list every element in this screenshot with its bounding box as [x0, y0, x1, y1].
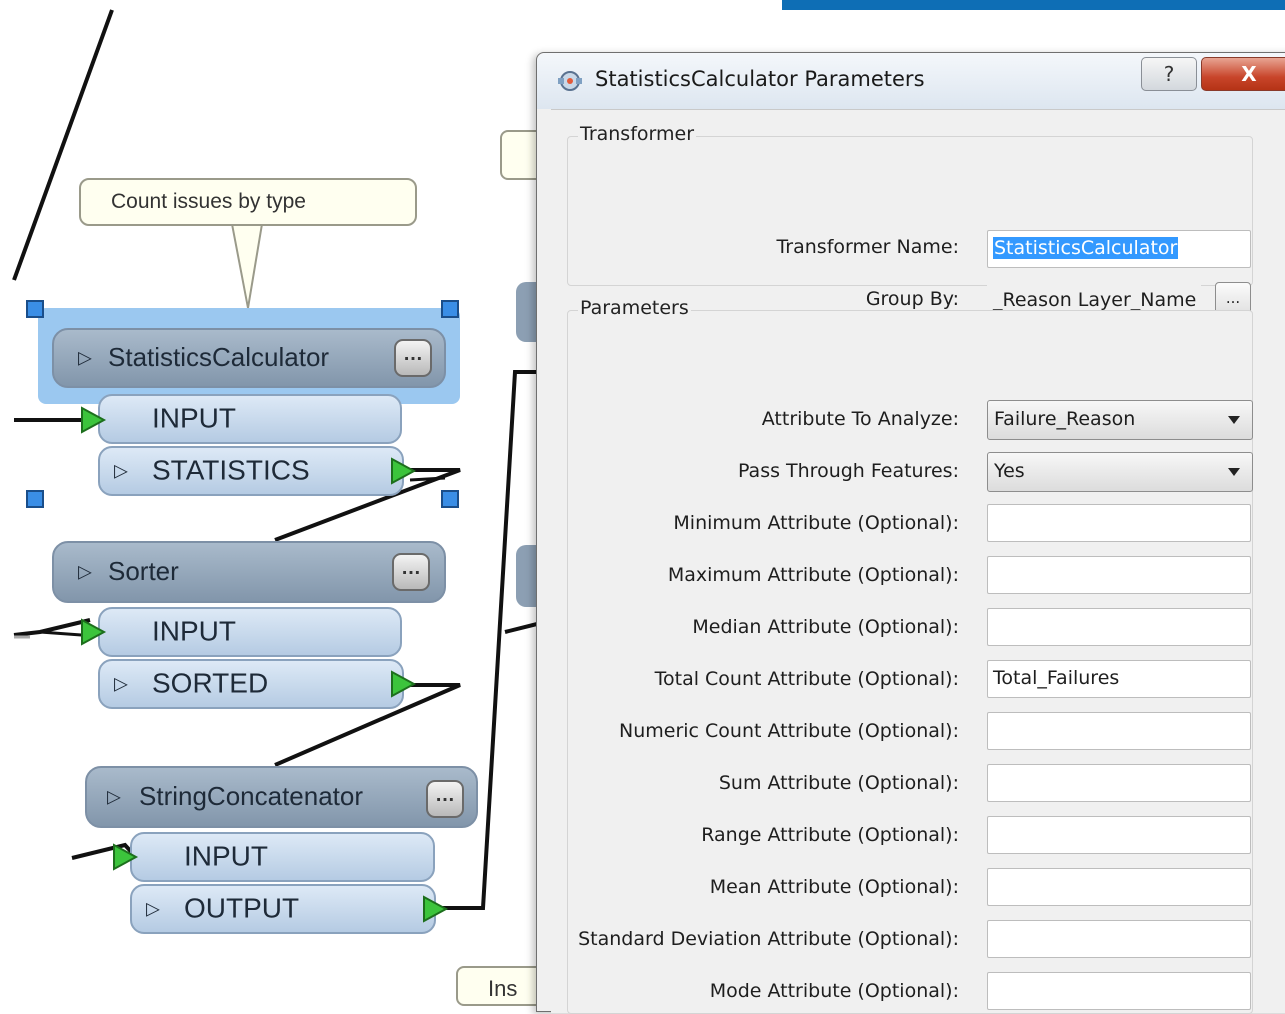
output-port[interactable]: ▷ STATISTICS [98, 446, 404, 496]
optional-attribute-value: Total_Failures [993, 667, 1120, 689]
transformer-options-button[interactable]: … [392, 553, 430, 591]
expand-arrow-icon[interactable]: ▷ [146, 899, 160, 920]
expand-arrow-icon[interactable]: ▷ [114, 674, 128, 695]
transformer-name-label: Transformer Name: [776, 236, 959, 258]
optional-attribute-label: Mode Attribute (Optional): [709, 980, 959, 1002]
optional-attribute-label: Median Attribute (Optional): [692, 616, 959, 638]
expand-arrow-icon[interactable]: ▷ [78, 562, 92, 583]
attribute-to-analyze-select[interactable]: Failure_Reason [987, 400, 1253, 440]
output-port[interactable]: ▷ OUTPUT [130, 884, 436, 934]
attribute-to-analyze-value: Failure_Reason [994, 408, 1136, 430]
optional-attribute-input[interactable] [987, 712, 1251, 750]
optional-attribute-input[interactable] [987, 556, 1251, 594]
optional-attribute-label: Minimum Attribute (Optional): [673, 512, 959, 534]
transformer-statisticscalculator[interactable]: ▷ StatisticsCalculator … [52, 328, 446, 388]
dropdown-arrow-icon [1228, 416, 1240, 424]
port-label: INPUT [152, 402, 236, 434]
dropdown-arrow-icon [1228, 468, 1240, 476]
transformer-name: StatisticsCalculator [108, 341, 330, 372]
help-button[interactable]: ? [1141, 57, 1197, 91]
optional-attribute-label: Mean Attribute (Optional): [709, 876, 959, 898]
input-port[interactable]: INPUT [98, 607, 402, 657]
selection-handle[interactable] [26, 490, 44, 508]
dialog-body: Transformer Transformer Name: Statistics… [551, 109, 1285, 1014]
dialog-titlebar[interactable]: StatisticsCalculator Parameters ? X [537, 53, 1285, 109]
annotation-callout[interactable]: Count issues by type [79, 178, 417, 226]
callout-tail [230, 223, 264, 309]
optional-attribute-label: Maximum Attribute (Optional): [667, 564, 959, 586]
selection-handle[interactable] [441, 300, 459, 318]
optional-attribute-input[interactable] [987, 764, 1251, 802]
port-label: INPUT [184, 840, 268, 872]
transformer-name-value: StatisticsCalculator [993, 237, 1179, 259]
optional-attribute-label: Numeric Count Attribute (Optional): [619, 720, 959, 742]
transformer-options-button[interactable]: … [394, 339, 432, 377]
port-label: INPUT [152, 615, 236, 647]
transformer-name-input[interactable]: StatisticsCalculator [987, 230, 1251, 268]
selection-handle[interactable] [441, 490, 459, 508]
expand-arrow-icon[interactable]: ▷ [107, 787, 121, 808]
optional-attribute-input[interactable] [987, 504, 1251, 542]
group-title: Parameters [578, 297, 691, 319]
output-port[interactable]: ▷ SORTED [98, 659, 404, 709]
connection-line [409, 476, 446, 482]
transformer-name: Sorter [108, 555, 179, 586]
optional-attribute-label: Total Count Attribute (Optional): [654, 668, 959, 690]
close-button[interactable]: X [1201, 57, 1285, 91]
transformer-name: StringConcatenator [139, 780, 364, 811]
transformer-sorter[interactable]: ▷ Sorter … [52, 541, 446, 603]
input-port[interactable]: INPUT [98, 394, 402, 444]
input-port[interactable]: INPUT [130, 832, 435, 882]
group-by-label: Group By: [865, 288, 959, 310]
group-title: Transformer [578, 123, 697, 145]
transformer-options-button[interactable]: … [426, 780, 464, 818]
selection-handle[interactable] [26, 300, 44, 318]
port-label: OUTPUT [184, 892, 300, 924]
dialog-title: StatisticsCalculator Parameters [595, 67, 925, 91]
optional-attribute-label: Standard Deviation Attribute (Optional): [578, 928, 959, 950]
hidden-annotation-text: Ins [488, 976, 518, 1001]
optional-attribute-input[interactable] [987, 816, 1251, 854]
optional-attribute-input[interactable]: Total_Failures [987, 660, 1251, 698]
pass-through-select[interactable]: Yes [987, 452, 1253, 492]
optional-attribute-input[interactable] [987, 608, 1251, 646]
port-label: STATISTICS [152, 454, 310, 486]
optional-attribute-input[interactable] [987, 920, 1251, 958]
transformer-stringconcatenator[interactable]: ▷ StringConcatenator … [85, 766, 478, 828]
connection-line [71, 842, 137, 860]
expand-arrow-icon[interactable]: ▷ [114, 461, 128, 482]
annotation-text: Count issues by type [111, 190, 306, 213]
connection-line [39, 630, 96, 638]
transformer-gear-icon [558, 71, 582, 91]
attribute-to-analyze-label: Attribute To Analyze: [761, 408, 959, 430]
optional-attribute-input[interactable] [987, 972, 1251, 1010]
optional-attribute-input[interactable] [987, 868, 1251, 906]
group-by-value: _Reason Layer_Name [993, 289, 1197, 311]
pass-through-label: Pass Through Features: [737, 460, 959, 482]
port-label: SORTED [152, 667, 269, 699]
expand-arrow-icon[interactable]: ▷ [78, 348, 92, 369]
pass-through-value: Yes [994, 460, 1025, 482]
optional-attribute-label: Sum Attribute (Optional): [718, 772, 959, 794]
optional-attribute-label: Range Attribute (Optional): [701, 824, 959, 846]
parameters-dialog: StatisticsCalculator Parameters ? X Tran… [536, 52, 1285, 1014]
